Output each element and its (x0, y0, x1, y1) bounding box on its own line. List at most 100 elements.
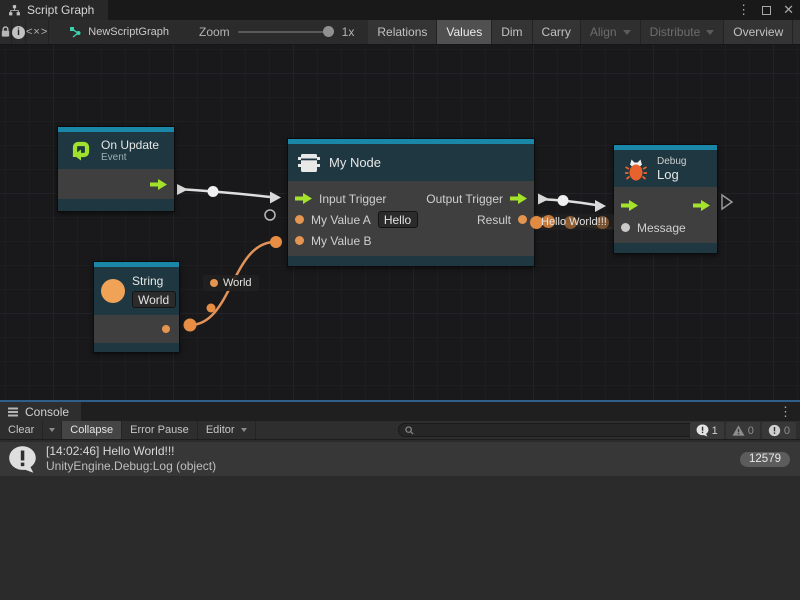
lock-icon (0, 26, 11, 38)
port-label: My Value A (311, 213, 371, 227)
search-icon (405, 426, 414, 435)
full-screen-button[interactable]: Full Screen (793, 20, 800, 44)
node-footer (58, 199, 174, 211)
graph-name-area: NewScriptGraph (57, 20, 181, 44)
zoom-slider-knob[interactable] (323, 26, 334, 37)
dim-button[interactable]: Dim (492, 20, 532, 44)
empty-port-circle (265, 210, 275, 220)
lock-button[interactable] (0, 20, 12, 44)
value-a-port[interactable] (295, 215, 304, 224)
distribute-label: Distribute (650, 25, 701, 39)
value-b-port[interactable] (295, 236, 304, 245)
console-tab-title: Console (25, 405, 69, 419)
error-count: 0 (784, 425, 790, 437)
align-dropdown[interactable]: Align (581, 20, 641, 44)
string-value-input[interactable] (132, 291, 176, 308)
console-search[interactable] (398, 423, 700, 437)
relations-button[interactable]: Relations (368, 20, 437, 44)
node-my-node[interactable]: My Node Input Trigger Output Trigger My … (287, 138, 535, 267)
node-header: String (94, 267, 179, 315)
wire-arrowhead (595, 200, 606, 212)
value-a-input[interactable] (378, 211, 418, 228)
input-trigger-port[interactable] (621, 200, 638, 211)
port-label: Result (477, 213, 511, 227)
event-loop-icon (67, 138, 93, 164)
values-label: Values (446, 25, 482, 39)
error-pause-toggle[interactable]: Error Pause (122, 421, 198, 439)
flow-pulse-dot (558, 195, 569, 206)
wire-endpoint-dot (184, 319, 197, 332)
warning-count: 0 (748, 425, 754, 437)
console-search-input[interactable] (418, 424, 693, 436)
node-header: My Node (288, 144, 534, 181)
port-label: My Value B (311, 234, 371, 248)
collapse-toggle[interactable]: Collapse (62, 421, 122, 439)
close-icon[interactable]: ✕ (783, 0, 794, 20)
console-panel: Console ⋮ Clear Collapse Error Pause Edi… (0, 400, 800, 600)
node-string-literal[interactable]: String (93, 261, 180, 353)
maximize-icon[interactable] (762, 6, 771, 15)
info-count: 1 (712, 425, 718, 437)
zoom-label: Zoom (199, 25, 230, 39)
overview-button[interactable]: Overview (724, 20, 793, 44)
graph-asset-icon (69, 26, 82, 39)
tab-title: Script Graph (27, 3, 94, 17)
node-header: On Update Event (58, 132, 174, 169)
relations-label: Relations (377, 25, 427, 39)
edit-script-button[interactable]: <×> (26, 20, 49, 44)
wire-start-marker (538, 194, 549, 205)
value-dot (210, 279, 218, 287)
output-trigger-port[interactable] (510, 193, 527, 204)
carry-button[interactable]: Carry (533, 20, 581, 44)
info-filter-button[interactable]: 1 (690, 422, 724, 439)
port-label: Output Trigger (426, 192, 503, 206)
clear-dropdown[interactable] (43, 421, 62, 439)
node-footer (288, 256, 534, 266)
message-port[interactable] (621, 223, 630, 232)
unit-icon (297, 152, 321, 174)
chevron-down-icon (241, 428, 247, 432)
result-port[interactable] (518, 215, 527, 224)
graph-canvas[interactable]: On Update Event (0, 45, 800, 400)
chevron-down-icon (623, 30, 631, 35)
empty-flow-triangle (722, 195, 732, 209)
error-filter-button[interactable]: 0 (762, 422, 796, 439)
console-toolbar: Clear Collapse Error Pause Editor (0, 421, 800, 440)
clear-button[interactable]: Clear (0, 421, 43, 439)
info-button[interactable]: i (12, 20, 26, 44)
window-menu-icon[interactable]: ⋮ (737, 0, 750, 20)
warning-filter-button[interactable]: 0 (726, 422, 760, 439)
collapse-count-badge: 12579 (740, 452, 790, 467)
node-header: Debug Log (614, 150, 717, 187)
wire-endpoint-dot (270, 236, 282, 248)
wire-start-marker (177, 184, 188, 195)
graph-name-label[interactable]: NewScriptGraph (88, 26, 169, 38)
distribute-dropdown[interactable]: Distribute (641, 20, 725, 44)
chevron-down-icon (49, 428, 55, 432)
log-entry-row[interactable]: [14:02:46] Hello World!!! UnityEngine.De… (0, 442, 800, 477)
console-menu-icon[interactable]: ⋮ (779, 404, 792, 420)
align-label: Align (590, 25, 617, 39)
output-trigger-port[interactable] (150, 179, 167, 190)
output-trigger-port[interactable] (693, 200, 710, 211)
port-label: Input Trigger (319, 192, 386, 206)
tab-script-graph[interactable]: Script Graph (0, 0, 108, 20)
values-button[interactable]: Values (437, 20, 492, 44)
editor-dropdown[interactable]: Editor (198, 421, 256, 439)
tab-console[interactable]: Console (0, 402, 81, 421)
zoom-slider[interactable] (238, 31, 334, 33)
graph-toolbar-buttons: Relations Values Dim Carry Align Distrib… (368, 20, 800, 44)
dim-label: Dim (501, 25, 522, 39)
wire-arrowhead (270, 192, 281, 204)
console-icon (7, 406, 19, 418)
node-on-update[interactable]: On Update Event (57, 126, 175, 212)
zoom-control: Zoom 1x (181, 20, 364, 44)
input-trigger-port[interactable] (295, 193, 312, 204)
node-subtitle: Event (101, 152, 159, 163)
console-log-list: [14:02:46] Hello World!!! UnityEngine.De… (0, 442, 800, 600)
node-debug-log[interactable]: Debug Log Message (613, 144, 718, 254)
chevron-down-icon (706, 30, 714, 35)
log-entry-text: [14:02:46] Hello World!!! UnityEngine.De… (46, 444, 731, 474)
error-circle-icon (768, 424, 781, 437)
string-output-port[interactable] (162, 325, 170, 333)
